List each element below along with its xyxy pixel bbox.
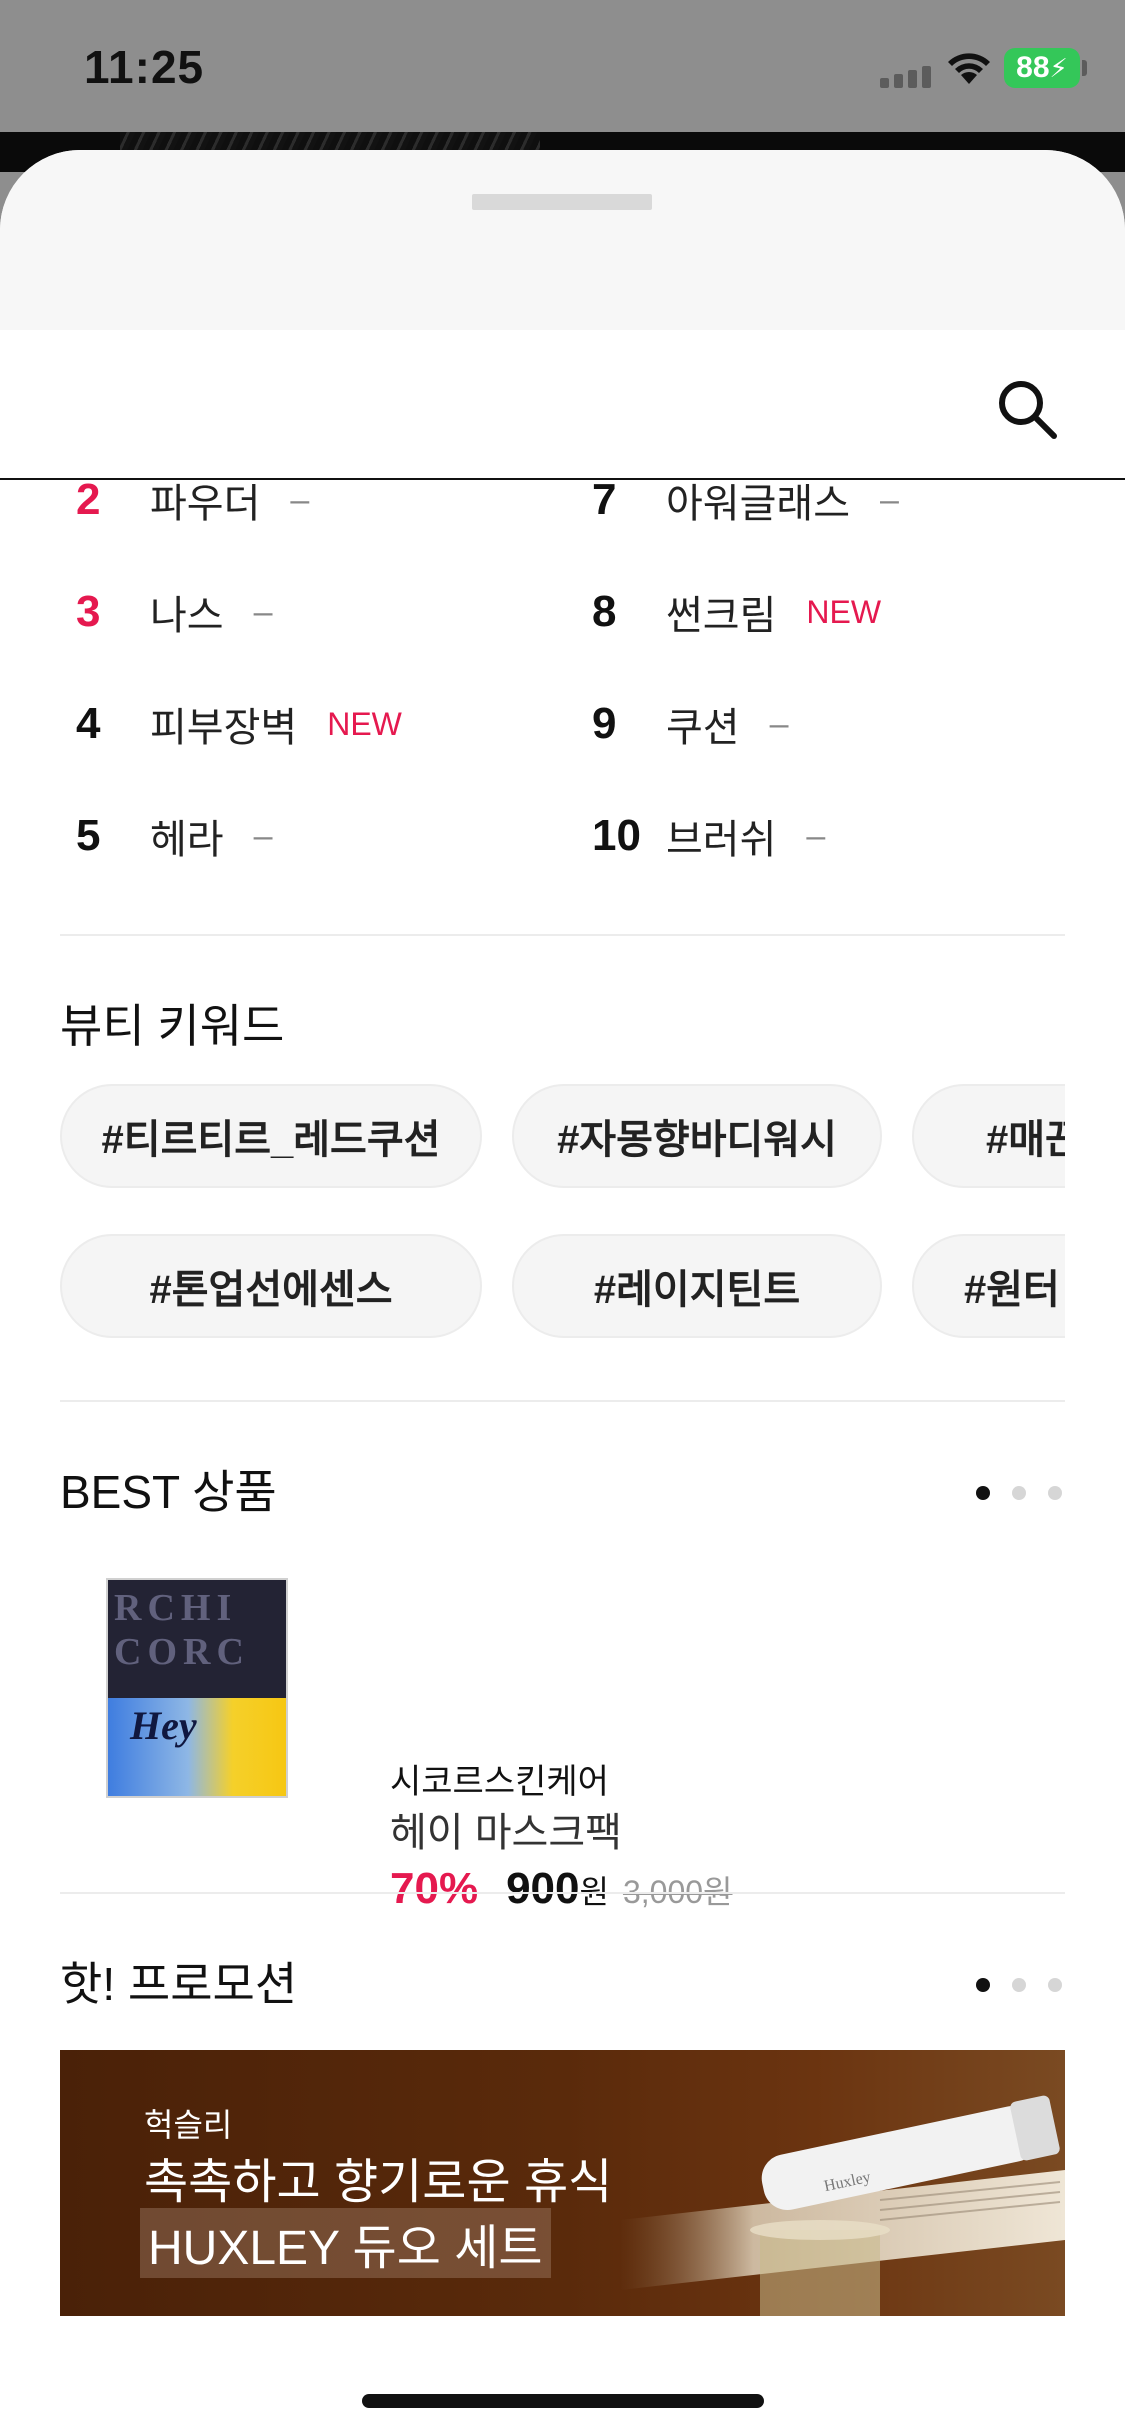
page-dot-active (976, 1486, 990, 1500)
rank-change: – (880, 480, 899, 519)
rank-change: – (806, 816, 826, 855)
battery-tip (1082, 60, 1087, 76)
rank-label: 쿠션 (666, 706, 740, 750)
page-dot (1012, 1486, 1026, 1500)
keyword-row-1: #티르티르_레드쿠션 #자몽향바디워시 #매끈 (60, 1084, 1065, 1196)
status-bar: 11:25 88 ⚡ (0, 0, 1125, 132)
search-icon[interactable] (996, 378, 1058, 440)
rank-item-10[interactable]: 10 브러쉬 – (592, 796, 825, 876)
sheet-header (0, 150, 1125, 330)
banner-headline: 촉촉하고 향기로운 휴식 (144, 2156, 613, 2209)
divider (60, 1892, 1065, 1894)
rank-item-8[interactable]: 8 썬크림 NEW (592, 572, 881, 652)
best-products-page-indicator (976, 1486, 1062, 1500)
page-dot-active (976, 1978, 990, 1992)
product-price: 70% 900 원 3,000원 (390, 1864, 732, 1914)
banner-subheadline: HUXLEY 듀오 세트 (140, 2208, 551, 2278)
rank-label: 브러쉬 (666, 818, 777, 862)
product-image[interactable]: RCHI CORC Hey (106, 1578, 288, 1798)
beauty-keywords-title: 뷰티 키워드 (60, 1000, 285, 1052)
original-price: 3,000원 (622, 1874, 733, 1910)
page-dot (1048, 1486, 1062, 1500)
discount-rate: 70% (390, 1864, 479, 1913)
divider (60, 934, 1065, 936)
rank-item-4[interactable]: 4 피부장벽 NEW (76, 684, 402, 764)
new-badge: NEW (806, 593, 882, 630)
keyword-chip[interactable]: #레이지틴트 (512, 1234, 882, 1338)
rank-item-9[interactable]: 9 쿠션 – (592, 684, 789, 764)
product-image-label: Hey (130, 1703, 197, 1748)
rank-number: 9 (592, 699, 617, 748)
rank-change: – (290, 480, 310, 519)
product-brand[interactable]: 시코르스킨케어 (390, 1754, 609, 1803)
page-dot (1012, 1978, 1026, 1992)
keyword-chip[interactable]: #자몽향바디워시 (512, 1084, 882, 1188)
promotion-banner[interactable]: 헉슬리 촉촉하고 향기로운 휴식 HUXLEY 듀오 세트 Huxley (60, 2050, 1065, 2316)
cellular-signal-icon (880, 66, 931, 88)
product-image-pattern: RCHI CORC (114, 1587, 250, 1673)
rank-number: 4 (76, 699, 101, 748)
keyword-chip[interactable]: #원터 (912, 1234, 1065, 1338)
search-bar[interactable] (0, 330, 1125, 480)
rank-label: 썬크림 (666, 594, 777, 638)
divider (60, 1400, 1065, 1402)
rank-number: 3 (76, 587, 101, 636)
sheet-grabber-handle[interactable] (472, 194, 652, 210)
keyword-chip[interactable]: #톤업선에센스 (60, 1234, 482, 1338)
promotion-page-indicator (976, 1978, 1062, 1992)
rank-change: – (769, 704, 789, 743)
new-badge: NEW (327, 705, 402, 742)
wifi-icon (948, 53, 990, 84)
rank-number: 7 (592, 475, 617, 524)
battery-icon: 88 ⚡ (1004, 48, 1080, 88)
promotion-title: 핫! 프로모션 (60, 1958, 298, 2010)
rank-number: 10 (592, 811, 641, 860)
rank-change: – (253, 592, 273, 631)
rank-label: 헤라 (150, 818, 224, 862)
home-indicator[interactable] (362, 2394, 764, 2408)
sale-price: 900 (506, 1864, 580, 1913)
banner-product-image: Huxley (620, 2095, 1065, 2316)
rank-number: 2 (76, 475, 101, 524)
price-unit: 원 (579, 1874, 609, 1910)
rank-label: 피부장벽 (150, 706, 298, 750)
keyword-row-2: #톤업선에센스 #레이지틴트 #원터 (60, 1234, 1065, 1346)
rank-item-5[interactable]: 5 헤라 – (76, 796, 273, 876)
rank-item-3[interactable]: 3 나스 – (76, 572, 273, 652)
product-name[interactable]: 헤이 마스크팩 (390, 1800, 622, 1858)
keyword-chip[interactable]: #티르티르_레드쿠션 (60, 1084, 482, 1188)
banner-brand: 헉슬리 (144, 2107, 233, 2143)
rank-label: 나스 (150, 594, 224, 638)
page-dot (1048, 1978, 1062, 1992)
rank-number: 5 (76, 811, 101, 860)
bottom-sheet: 2 파우더 – 3 나스 – 4 피부장벽 NEW 5 헤라 – 7 아워글래스… (0, 150, 1125, 2436)
battery-level: 88 (1016, 51, 1050, 84)
status-time: 11:25 (84, 41, 205, 93)
rank-number: 8 (592, 587, 617, 636)
keyword-chip[interactable]: #매끈 (912, 1084, 1065, 1188)
best-products-title: BEST 상품 (60, 1466, 277, 1518)
rank-change: – (253, 816, 273, 855)
